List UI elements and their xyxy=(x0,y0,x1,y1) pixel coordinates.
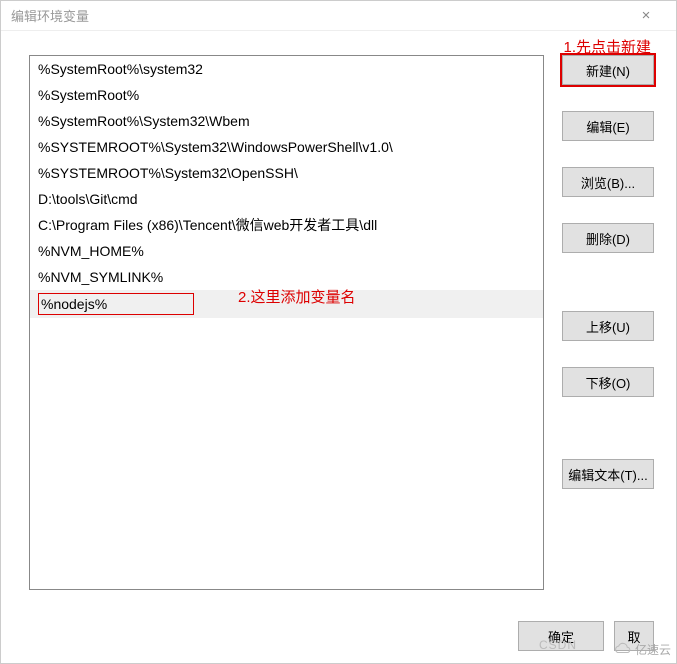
ok-button[interactable]: 确定 xyxy=(518,621,604,651)
dialog-body: %SystemRoot%\system32 %SystemRoot% %Syst… xyxy=(1,31,676,609)
close-icon[interactable]: × xyxy=(626,7,666,24)
list-item[interactable]: %NVM_SYMLINK% xyxy=(30,264,543,290)
cancel-button[interactable]: 取 xyxy=(614,621,654,651)
move-down-button[interactable]: 下移(O) xyxy=(562,367,654,397)
delete-button[interactable]: 删除(D) xyxy=(562,223,654,253)
dialog-window: 编辑环境变量 × %SystemRoot%\system32 %SystemRo… xyxy=(0,0,677,664)
window-title: 编辑环境变量 xyxy=(11,6,626,25)
edit-button[interactable]: 编辑(E) xyxy=(562,111,654,141)
edit-text-button[interactable]: 编辑文本(T)... xyxy=(562,459,654,489)
list-item[interactable]: %NVM_HOME% xyxy=(30,238,543,264)
side-button-column: 新建(N) 编辑(E) 浏览(B)... 删除(D) 上移(U) 下移(O) 编… xyxy=(562,55,654,609)
list-item[interactable]: D:\tools\Git\cmd xyxy=(30,186,543,212)
dialog-footer: 确定 取 xyxy=(1,609,676,663)
list-item[interactable]: C:\Program Files (x86)\Tencent\微信web开发者工… xyxy=(30,212,543,238)
titlebar: 编辑环境变量 × xyxy=(1,1,676,31)
browse-button[interactable]: 浏览(B)... xyxy=(562,167,654,197)
list-item[interactable]: %SystemRoot% xyxy=(30,82,543,108)
list-item[interactable]: %SystemRoot%\system32 xyxy=(30,56,543,82)
move-up-button[interactable]: 上移(U) xyxy=(562,311,654,341)
inline-edit-input[interactable]: %nodejs% xyxy=(38,293,194,315)
list-item-editing[interactable]: %nodejs% xyxy=(30,290,543,318)
list-item[interactable]: %SystemRoot%\System32\Wbem xyxy=(30,108,543,134)
list-item[interactable]: %SYSTEMROOT%\System32\WindowsPowerShell\… xyxy=(30,134,543,160)
new-button[interactable]: 新建(N) xyxy=(562,55,654,85)
list-item[interactable]: %SYSTEMROOT%\System32\OpenSSH\ xyxy=(30,160,543,186)
path-listbox[interactable]: %SystemRoot%\system32 %SystemRoot% %Syst… xyxy=(29,55,544,590)
